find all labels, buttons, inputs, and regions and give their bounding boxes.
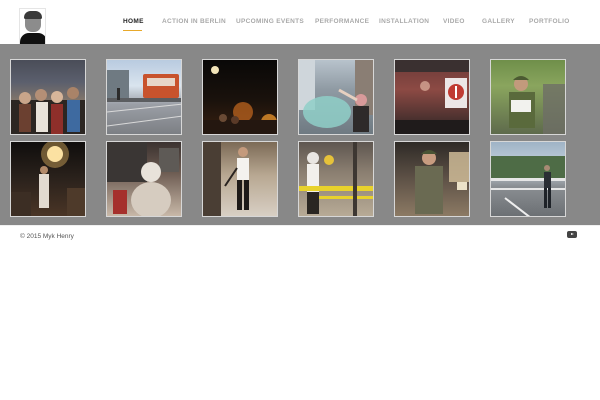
main-nav: HOME ACTION IN BERLIN UPCOMING EVENTS PE… <box>0 18 600 30</box>
site-header: HOME ACTION IN BERLIN UPCOMING EVENTS PE… <box>0 0 600 48</box>
gallery-thumb-7[interactable] <box>10 141 86 217</box>
nav-video[interactable]: VIDEO <box>443 18 465 25</box>
gallery-thumb-10[interactable] <box>298 141 374 217</box>
nav-upcoming-events[interactable]: UPCOMING EVENTS <box>236 18 304 25</box>
photo-gallery <box>0 44 600 225</box>
gallery-thumb-5[interactable] <box>394 59 470 135</box>
youtube-icon[interactable] <box>567 231 577 238</box>
fire-performance-photo <box>11 142 85 216</box>
gallery-thumb-3[interactable] <box>202 59 278 135</box>
gallery-thumb-12[interactable] <box>490 141 566 217</box>
footer-divider <box>0 225 600 226</box>
gallery-thumb-8[interactable] <box>106 141 182 217</box>
helmet-soldier-photo <box>415 150 469 214</box>
gallery-thumb-1[interactable] <box>10 59 86 135</box>
copyright-text: © 2015 Myk Henry <box>20 233 74 240</box>
gallery-thumb-6[interactable] <box>490 59 566 135</box>
parking-figure-photo <box>491 156 565 216</box>
white-shirt-performer-photo <box>203 142 249 216</box>
gallery-thumb-9[interactable] <box>202 141 278 217</box>
nav-performance[interactable]: PERFORMANCE <box>315 18 369 25</box>
gallery-thumb-4[interactable] <box>298 59 374 135</box>
tram-photo <box>107 70 181 127</box>
gallery-room-photo <box>395 60 469 134</box>
nav-home[interactable]: HOME <box>123 18 144 25</box>
active-nav-indicator <box>123 30 142 31</box>
nav-installation[interactable]: INSTALLATION <box>379 18 429 25</box>
nav-portfolio[interactable]: PORTFOLIO <box>529 18 570 25</box>
gallery-thumb-2[interactable] <box>106 59 182 135</box>
crowd-photo <box>11 87 85 134</box>
nav-action-in-berlin[interactable]: ACTION IN BERLIN <box>162 18 226 25</box>
tape-installation-photo <box>299 142 373 216</box>
soldier-sign-photo <box>509 76 565 134</box>
gallery-thumb-11[interactable] <box>394 141 470 217</box>
masked-figure-photo <box>107 142 179 216</box>
nav-gallery[interactable]: GALLERY <box>482 18 515 25</box>
play-glyph <box>571 233 574 235</box>
street-performer-photo <box>299 60 373 132</box>
night-crowd-photo <box>203 66 277 134</box>
